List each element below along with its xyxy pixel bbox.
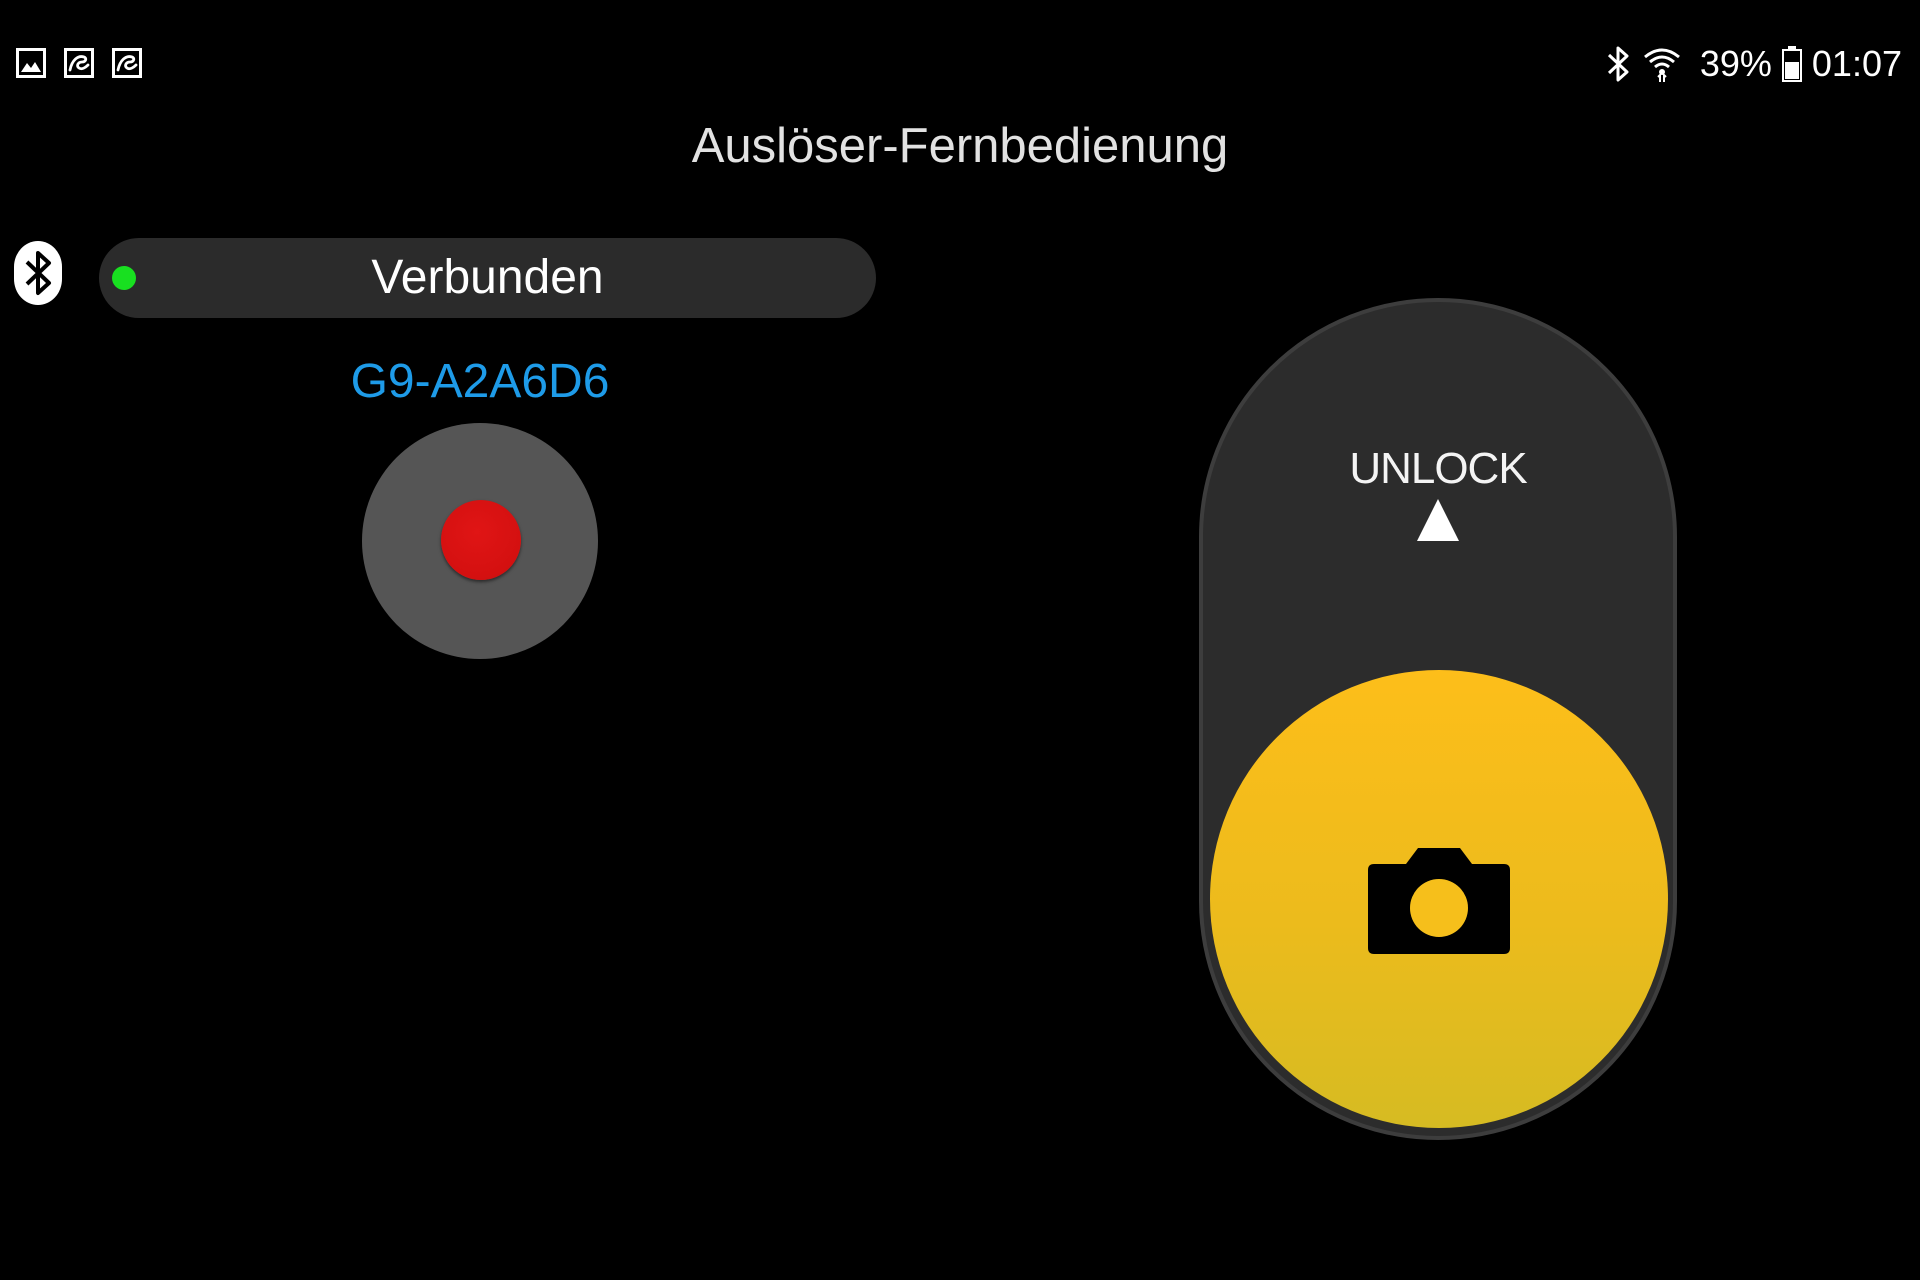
unlock-label: UNLOCK xyxy=(1349,444,1527,493)
shutter-slider-track[interactable]: UNLOCK xyxy=(1199,298,1677,1140)
screen: 39% 01:07 Auslöser-Fernbedienung Verbund… xyxy=(0,0,1920,1280)
system-status: 39% 01:07 xyxy=(1606,42,1902,86)
arrow-up-icon xyxy=(1417,499,1459,541)
connection-status-label: Verbunden xyxy=(371,251,604,304)
wifi-icon xyxy=(1643,48,1680,82)
device-name: G9-A2A6D6 xyxy=(350,355,610,408)
bluetooth-icon xyxy=(14,241,62,305)
battery-icon xyxy=(1781,46,1802,82)
record-icon xyxy=(441,500,521,580)
clock: 01:07 xyxy=(1811,43,1902,84)
shutter-button[interactable] xyxy=(1210,670,1668,1128)
app-notification-icon xyxy=(112,48,142,78)
record-button[interactable] xyxy=(362,423,598,659)
notification-icons xyxy=(16,48,142,78)
bluetooth-icon xyxy=(1607,46,1629,82)
gallery-icon xyxy=(16,48,46,78)
camera-icon xyxy=(1368,848,1510,954)
app-notification-icon xyxy=(64,48,94,78)
connection-status[interactable]: Verbunden xyxy=(99,238,876,318)
battery-percent: 39% xyxy=(1699,43,1772,84)
page-title: Auslöser-Fernbedienung xyxy=(691,119,1229,173)
